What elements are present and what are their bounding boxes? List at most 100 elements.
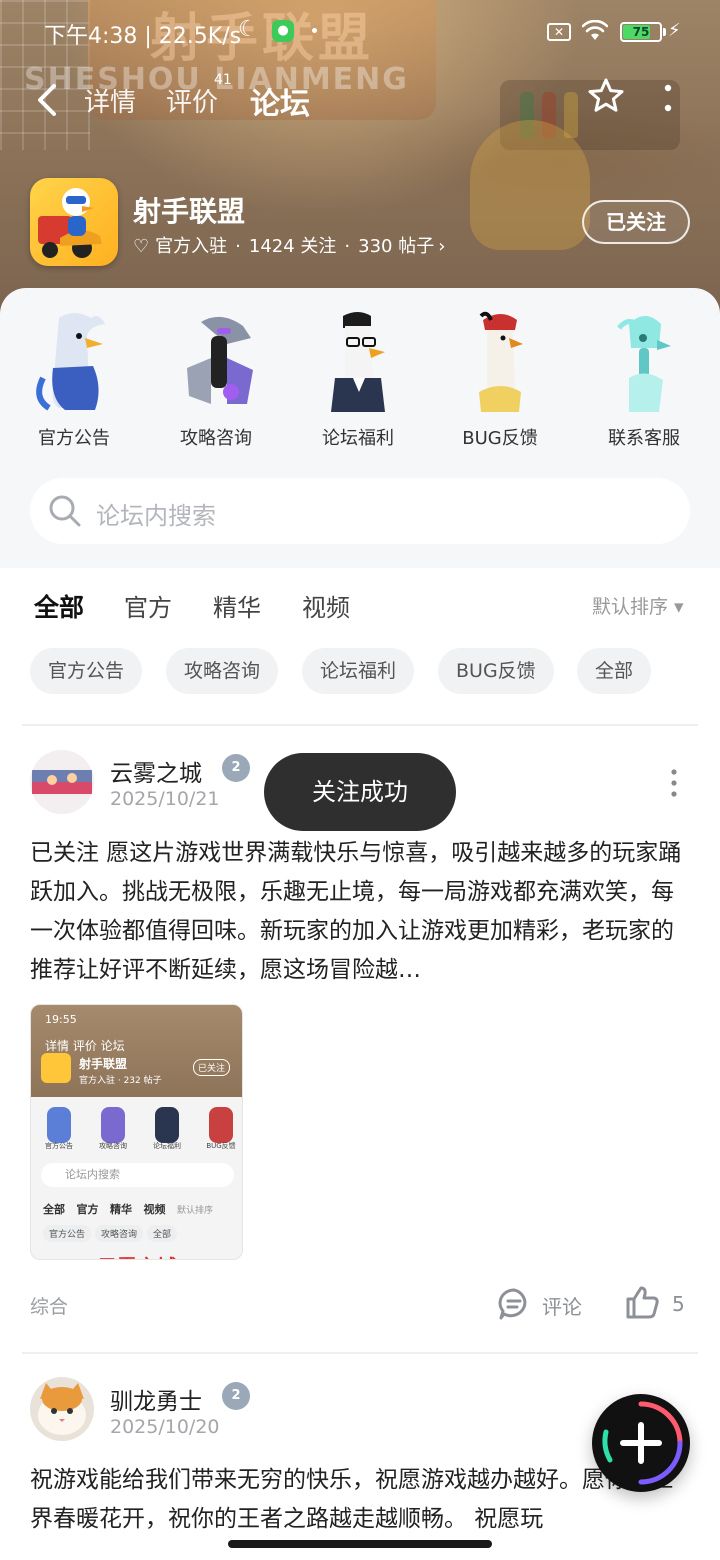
tab-forum[interactable]: 论坛	[250, 79, 310, 127]
category-label: BUG反馈	[462, 428, 538, 449]
category-mascot-icon	[29, 308, 119, 414]
battery-tip	[663, 28, 666, 36]
more-options-icon[interactable]	[664, 766, 684, 800]
game-logo-art	[38, 188, 102, 258]
divider	[22, 724, 698, 726]
category-official-announcement[interactable]: 官方公告	[14, 308, 134, 450]
forum-search-bar[interactable]: 论坛内搜索	[30, 478, 690, 544]
like-button[interactable]: 5	[624, 1284, 694, 1324]
thumbnail-chip: 攻略咨询	[95, 1225, 144, 1242]
chip-all[interactable]: 全部	[577, 648, 652, 694]
notification-dot-icon	[312, 28, 317, 33]
category-forum-benefits[interactable]: 论坛福利	[298, 308, 418, 450]
thumbnail-category-label: 论坛福利	[153, 1142, 181, 1150]
verified-diamond-icon: ♡	[133, 236, 150, 257]
category-label: 联系客服	[608, 428, 680, 449]
filter-tab-video[interactable]: 视频	[302, 588, 350, 623]
thumbnail-game-name: 射手联盟	[79, 1057, 128, 1071]
filter-tab-featured[interactable]: 精华	[213, 588, 261, 623]
category-label: 论坛福利	[322, 428, 394, 449]
user-level-badge: 2	[222, 1382, 250, 1410]
game-app-icon[interactable]	[30, 178, 118, 266]
thumbnail-sort: 默认排序	[177, 1206, 214, 1216]
game-name: 射手联盟	[133, 195, 246, 228]
plus-icon	[620, 1422, 662, 1464]
search-placeholder: 论坛内搜索	[96, 502, 216, 530]
chip-official-announcement[interactable]: 官方公告	[30, 648, 143, 694]
thumbnail-game-meta: 官方入驻 · 232 帖子	[79, 1076, 162, 1086]
post-author[interactable]: 驯龙勇士	[110, 1382, 202, 1416]
thumbnail-filter: 官方	[76, 1203, 99, 1216]
charging-icon: ⚡	[668, 20, 681, 41]
thumbnail-filter: 全部	[43, 1203, 65, 1216]
thumbnail-header: 19:55 详情 评价 论坛 射手联盟 官方入驻 · 232 帖子 已关注	[31, 1005, 242, 1097]
post-image-thumbnail[interactable]: 19:55 详情 评价 论坛 射手联盟 官方入驻 · 232 帖子 已关注 官方…	[30, 1004, 243, 1260]
thumbnail-mascot	[155, 1107, 179, 1143]
thumbs-up-icon	[626, 1286, 659, 1319]
back-arrow-icon[interactable]	[30, 80, 66, 120]
favorite-star-icon[interactable]	[586, 76, 626, 116]
thumbnail-follow: 已关注	[193, 1059, 231, 1076]
thumbnail-tabs: 详情 评价 论坛	[45, 1039, 125, 1053]
category-guide-consult[interactable]: 攻略咨询	[156, 308, 276, 450]
filter-tab-all[interactable]: 全部	[34, 588, 84, 630]
moon-icon: ☾	[238, 17, 258, 42]
verified-label: 官方入驻	[155, 236, 228, 257]
posts-count: 330 帖子	[358, 236, 435, 257]
chip-bug-report[interactable]: BUG反馈	[438, 648, 554, 694]
chip-forum-benefits[interactable]: 论坛福利	[302, 648, 415, 694]
thumbnail-chip: 全部	[147, 1225, 178, 1242]
post-body-text[interactable]: 祝游戏能给我们带来无穷的快乐，祝愿游戏越办越好。愿你的世界春暖花开，祝你的王者之…	[30, 1461, 690, 1539]
tab-details[interactable]: 详情	[84, 82, 136, 119]
category-mascot-icon	[313, 308, 403, 414]
thumbnail-overlay-text: 云雾之城	[97, 1251, 177, 1259]
divider	[22, 1352, 698, 1354]
follow-button[interactable]: 已关注	[582, 200, 690, 244]
thumbnail-status-time: 19:55	[45, 1013, 77, 1026]
category-bug-report[interactable]: BUG反馈	[440, 308, 560, 450]
toast-message: 关注成功	[264, 753, 456, 831]
meta-separator: ·	[344, 236, 351, 257]
sort-dropdown[interactable]: 默认排序 ▾	[592, 592, 684, 619]
post-date: 2025/10/21	[110, 788, 220, 810]
filter-tab-official[interactable]: 官方	[124, 588, 172, 623]
tab-reviews[interactable]: 评价	[166, 82, 218, 119]
category-mascot-icon	[599, 308, 689, 414]
category-mascot-icon	[455, 308, 545, 414]
category-contact-support[interactable]: 联系客服	[584, 308, 704, 450]
category-label: 攻略咨询	[180, 428, 252, 449]
thumbnail-filter: 精华	[110, 1203, 132, 1216]
thumbnail-categories: 官方公告 攻略咨询 论坛福利 BUG反馈	[31, 1105, 242, 1153]
more-options-icon[interactable]	[654, 78, 682, 118]
thumbnail-category-label: 攻略咨询	[99, 1142, 127, 1150]
thumbnail-filter-tabs: 全部 官方 精华 视频 默认排序	[43, 1201, 213, 1217]
chevron-right-icon: ›	[438, 236, 446, 257]
thumbnail-chips: 官方公告 攻略咨询 全部	[43, 1225, 181, 1242]
sim-off-icon: ✕	[547, 23, 571, 41]
thumbnail-mascot	[101, 1107, 125, 1143]
post-body-text[interactable]: 已关注 愿这片游戏世界满载快乐与惊喜，吸引越来越多的玩家踊跃加入。挑战无极限，乐…	[30, 834, 690, 990]
avatar[interactable]	[30, 1377, 94, 1441]
post-topic-tag[interactable]: 综合	[30, 1292, 68, 1319]
create-post-button[interactable]	[592, 1394, 690, 1492]
status-bar: 下午4:38 | 22.5K/s ☾ ● ✕ 75 ⚡	[0, 0, 720, 64]
game-header-banner: 射手联盟 SHESHOU LIANMENG 下午4:38 | 22.5K/s ☾…	[0, 0, 720, 320]
reviews-count-badge: 41	[214, 72, 232, 88]
avatar[interactable]	[30, 750, 94, 814]
comment-icon	[498, 1288, 527, 1320]
thumbnail-filter: 视频	[143, 1203, 166, 1216]
home-indicator[interactable]	[228, 1540, 492, 1548]
chip-guide-consult[interactable]: 攻略咨询	[166, 648, 279, 694]
thumbnail-mascot	[47, 1107, 71, 1143]
category-chip-row: 官方公告 攻略咨询 论坛福利 BUG反馈 全部	[30, 648, 690, 696]
thumbnail-search: 论坛内搜索	[41, 1163, 234, 1187]
forum-category-panel: 官方公告 攻略咨询 论坛福利 BUG反馈 联系客服 论坛内搜索	[0, 288, 720, 568]
followers-count: 1424 关注	[248, 236, 337, 257]
post-author[interactable]: 云雾之城	[110, 754, 202, 788]
category-label: 官方公告	[38, 428, 110, 449]
thumbnail-category-label: 官方公告	[45, 1142, 73, 1150]
battery-level: 75	[632, 25, 650, 39]
game-meta-line[interactable]: ♡ 官方入驻 · 1424 关注 · 330 帖子 ›	[133, 232, 445, 258]
comment-button[interactable]: 评论	[496, 1284, 596, 1324]
thumbnail-game-icon	[41, 1053, 71, 1083]
